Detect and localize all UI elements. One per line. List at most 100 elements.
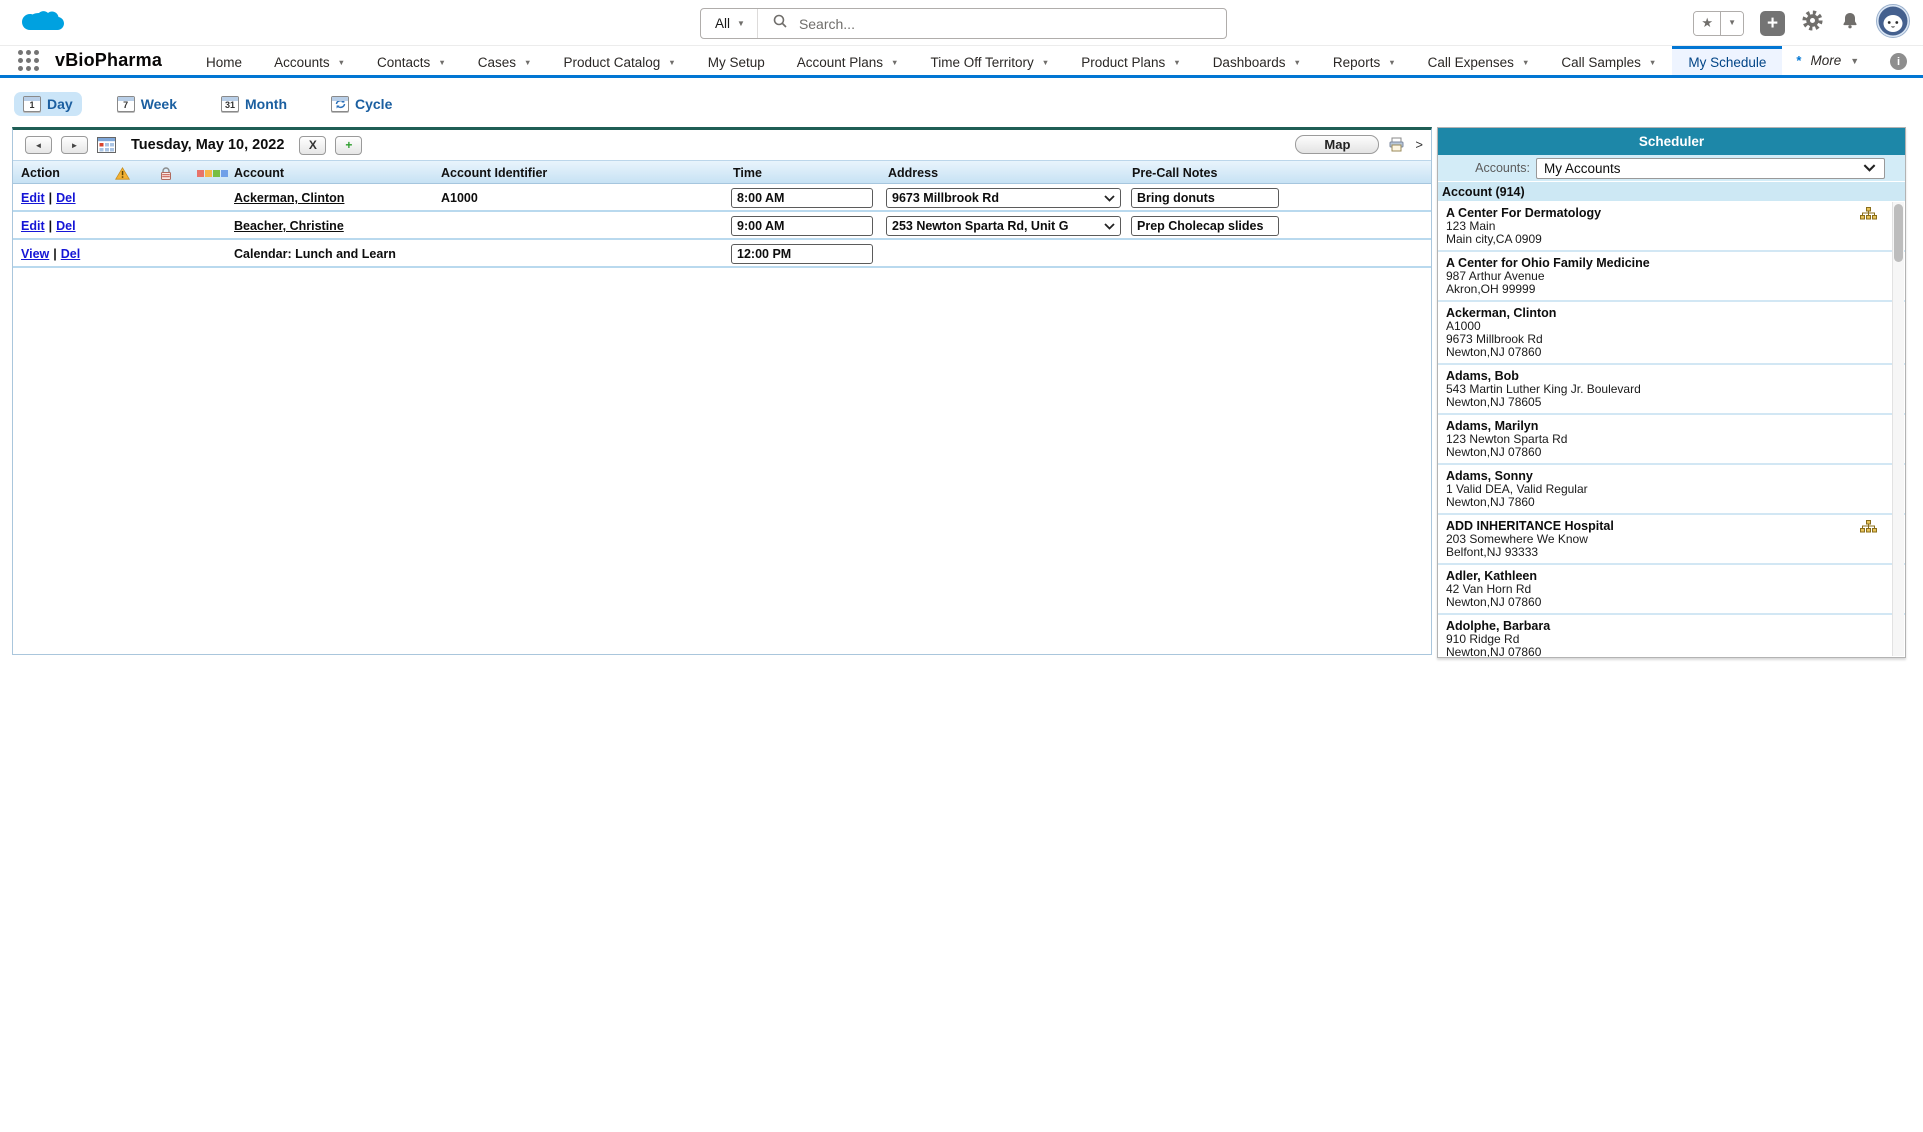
view-week-label: Week bbox=[141, 96, 177, 112]
expand-arrow[interactable]: > bbox=[1415, 137, 1423, 152]
del-link[interactable]: Del bbox=[56, 219, 75, 233]
view-cycle-button[interactable]: Cycle bbox=[322, 92, 401, 116]
account-list-item[interactable]: Adler, Kathleen42 Van Horn RdNewton,NJ 0… bbox=[1438, 565, 1905, 615]
column-address: Address bbox=[888, 161, 938, 185]
row-actions: Edit | Del bbox=[21, 184, 76, 212]
time-input[interactable] bbox=[731, 216, 873, 236]
search-scope-value: All bbox=[715, 16, 730, 31]
account-list-item[interactable]: Adams, Sonny1 Valid DEA, Valid RegularNe… bbox=[1438, 465, 1905, 515]
edit-link[interactable]: Edit bbox=[21, 219, 45, 233]
info-icon[interactable]: i bbox=[1890, 53, 1907, 70]
notifications-bell-icon[interactable] bbox=[1840, 10, 1860, 36]
address-select[interactable]: 9673 Millbrook Rd bbox=[886, 188, 1121, 208]
tab-cases[interactable]: Cases▼ bbox=[462, 46, 548, 75]
salesforce-logo-icon bbox=[20, 7, 66, 44]
next-day-button[interactable]: ► bbox=[61, 136, 88, 154]
tab-label: Reports bbox=[1333, 55, 1380, 70]
view-week-button[interactable]: 7 Week bbox=[108, 92, 186, 116]
map-button[interactable]: Map bbox=[1295, 135, 1379, 154]
edit-link[interactable]: Edit bbox=[21, 191, 45, 205]
sidebar-scrollbar[interactable] bbox=[1892, 202, 1904, 656]
account-list-item[interactable]: ADD INHERITANCE Hospital203 Somewhere We… bbox=[1438, 515, 1905, 565]
chevron-down-icon: ▼ bbox=[1850, 56, 1859, 66]
time-input[interactable] bbox=[731, 188, 873, 208]
accounts-filter-row: Accounts: My Accounts bbox=[1438, 155, 1905, 182]
pre-call-notes-input[interactable] bbox=[1131, 188, 1279, 208]
favorites-caret-icon[interactable]: ▼ bbox=[1721, 12, 1743, 35]
view-month-button[interactable]: 31 Month bbox=[212, 92, 296, 116]
account-list-item[interactable]: Ackerman, ClintonA10009673 Millbrook RdN… bbox=[1438, 302, 1905, 365]
favorites-button-group[interactable]: ★ ▼ bbox=[1693, 11, 1744, 36]
chevron-down-icon bbox=[1104, 223, 1115, 230]
schedule-row: View | DelCalendar: Lunch and Learn bbox=[13, 240, 1431, 268]
tab-contacts[interactable]: Contacts▼ bbox=[361, 46, 462, 75]
column-account-identifier: Account Identifier bbox=[441, 161, 547, 185]
tab-product-plans[interactable]: Product Plans▼ bbox=[1065, 46, 1196, 75]
tab-call-samples[interactable]: Call Samples▼ bbox=[1545, 46, 1672, 75]
app-name: vBioPharma bbox=[55, 50, 162, 71]
setup-gear-icon[interactable] bbox=[1801, 9, 1824, 37]
view-cycle-label: Cycle bbox=[355, 96, 392, 112]
time-input[interactable] bbox=[731, 244, 873, 264]
account-link[interactable]: Ackerman, Clinton bbox=[234, 184, 344, 212]
scrollbar-thumb[interactable] bbox=[1894, 204, 1903, 262]
tab-home[interactable]: Home bbox=[190, 46, 258, 75]
chevron-down-icon: ▼ bbox=[1293, 58, 1300, 67]
print-icon[interactable] bbox=[1389, 137, 1405, 152]
search-input[interactable]: Search... bbox=[799, 16, 855, 32]
tab-dashboards[interactable]: Dashboards▼ bbox=[1197, 46, 1317, 75]
account-list-item[interactable]: A Center for Ohio Family Medicine987 Art… bbox=[1438, 252, 1905, 302]
tab-more[interactable]: * More ▼ bbox=[1782, 46, 1873, 75]
day-schedule-panel: ◄ ► Tuesday, May 10, 2022 X + Map > Acti… bbox=[12, 127, 1432, 655]
favorites-star-icon[interactable]: ★ bbox=[1694, 12, 1721, 35]
pre-call-notes-input[interactable] bbox=[1131, 216, 1279, 236]
previous-day-button[interactable]: ◄ bbox=[25, 136, 52, 154]
app-launcher-icon[interactable] bbox=[18, 50, 39, 71]
account-address-line: Akron,OH 99999 bbox=[1446, 283, 1875, 296]
chevron-down-icon: ▼ bbox=[438, 58, 445, 67]
hierarchy-icon[interactable] bbox=[1860, 207, 1877, 225]
account-list-item[interactable]: Adolphe, Barbara910 Ridge RdNewton,NJ 07… bbox=[1438, 615, 1905, 657]
chevron-down-icon: ▼ bbox=[1522, 58, 1529, 67]
del-link[interactable]: Del bbox=[61, 247, 80, 261]
tab-call-expenses[interactable]: Call Expenses ▼ bbox=[1412, 46, 1546, 75]
account-address-line: Newton,NJ 07860 bbox=[1446, 446, 1875, 459]
address-select[interactable]: 253 Newton Sparta Rd, Unit G bbox=[886, 216, 1121, 236]
account-name: Adler, Kathleen bbox=[1446, 569, 1875, 583]
user-avatar[interactable] bbox=[1876, 4, 1910, 43]
tab-label: My Schedule bbox=[1688, 55, 1766, 70]
view-day-button[interactable]: 1 Day bbox=[14, 92, 82, 116]
chevron-down-icon bbox=[1104, 195, 1115, 202]
account-list-item[interactable]: A Center For Dermatology123 MainMain cit… bbox=[1438, 202, 1905, 252]
view-link[interactable]: View bbox=[21, 247, 49, 261]
tab-my-setup[interactable]: My Setup bbox=[692, 46, 781, 75]
chevron-down-icon bbox=[1863, 164, 1876, 172]
schedule-row: Edit | DelAckerman, ClintonA10009673 Mil… bbox=[13, 184, 1431, 212]
search-scope-dropdown[interactable]: All ▼ bbox=[701, 9, 758, 38]
account-name: A Center For Dermatology bbox=[1446, 206, 1875, 220]
tab-my-schedule[interactable]: My Schedule bbox=[1672, 46, 1782, 75]
cycle-icon bbox=[331, 96, 349, 112]
address-select-value: 253 Newton Sparta Rd, Unit G bbox=[892, 219, 1068, 233]
global-header: All ▼ Search... ★ ▼ + bbox=[0, 0, 1923, 46]
hierarchy-icon[interactable] bbox=[1860, 520, 1877, 538]
account-list-item[interactable]: Adams, Bob543 Martin Luther King Jr. Bou… bbox=[1438, 365, 1905, 415]
more-label: More bbox=[1810, 53, 1841, 68]
accounts-select[interactable]: My Accounts bbox=[1536, 158, 1885, 179]
global-search[interactable]: All ▼ Search... bbox=[700, 8, 1227, 39]
account-link[interactable]: Beacher, Christine bbox=[234, 212, 344, 240]
tab-reports[interactable]: Reports▼ bbox=[1317, 46, 1412, 75]
tab-accounts[interactable]: Accounts▼ bbox=[258, 46, 361, 75]
tab-time-off-territory[interactable]: Time Off Territory▼ bbox=[914, 46, 1065, 75]
tab-label: Call Expenses bbox=[1428, 55, 1514, 70]
clear-day-button[interactable]: X bbox=[299, 136, 326, 155]
chevron-down-icon: ▼ bbox=[737, 20, 745, 28]
add-event-button[interactable]: + bbox=[335, 136, 362, 155]
global-add-icon[interactable]: + bbox=[1760, 11, 1785, 36]
tab-account-plans[interactable]: Account Plans▼ bbox=[781, 46, 915, 75]
tab-product-catalog[interactable]: Product Catalog▼ bbox=[547, 46, 691, 75]
account-list-item[interactable]: Adams, Marilyn123 Newton Sparta RdNewton… bbox=[1438, 415, 1905, 465]
del-link[interactable]: Del bbox=[56, 191, 75, 205]
date-picker-icon[interactable] bbox=[97, 137, 116, 153]
more-asterisk: * bbox=[1796, 53, 1801, 68]
